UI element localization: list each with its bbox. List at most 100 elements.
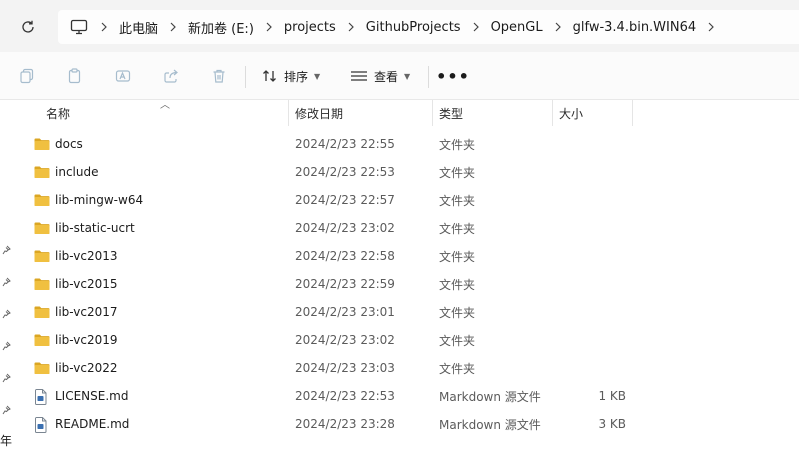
refresh-button[interactable]: [14, 14, 42, 40]
address-bar[interactable]: 此电脑 新加卷 (E:) projects GithubProjects Ope…: [58, 10, 799, 44]
file-type: 文件夹: [439, 165, 476, 180]
file-name-cell[interactable]: lib-vc2013: [34, 242, 118, 270]
file-size: [560, 242, 626, 270]
breadcrumb-this-pc[interactable]: 此电脑: [110, 18, 167, 37]
file-name: README.md: [55, 417, 130, 431]
file-name: lib-vc2015: [55, 277, 118, 291]
navigation-item-partial-label[interactable]: 年: [0, 432, 12, 449]
file-row[interactable]: include 2024/2/23 22:53 文件夹: [0, 158, 799, 186]
file-name-cell[interactable]: lib-vc2015: [34, 270, 118, 298]
file-name-cell[interactable]: include: [34, 158, 98, 186]
view-label: 查看: [374, 69, 399, 84]
file-name-cell[interactable]: lib-vc2022: [34, 354, 118, 382]
file-row[interactable]: lib-mingw-w64 2024/2/23 22:57 文件夹: [0, 186, 799, 214]
folder-icon: [34, 137, 50, 151]
file-name: lib-mingw-w64: [55, 193, 144, 207]
file-name-cell[interactable]: lib-vc2017: [34, 298, 118, 326]
file-type: 文件夹: [439, 305, 476, 320]
file-row[interactable]: lib-vc2019 2024/2/23 23:02 文件夹: [0, 326, 799, 354]
breadcrumb-drive[interactable]: 新加卷 (E:): [179, 18, 263, 37]
file-modified-date: 2024/2/23 23:02: [295, 333, 395, 347]
breadcrumb-projects[interactable]: projects: [275, 20, 345, 35]
file-type: 文件夹: [439, 221, 476, 236]
file-row[interactable]: lib-vc2015 2024/2/23 22:59 文件夹: [0, 270, 799, 298]
more-options-button[interactable]: •••: [436, 64, 469, 88]
pin-icon[interactable]: [0, 340, 12, 352]
file-name-cell[interactable]: README.md: [34, 410, 129, 438]
chevron-right-icon[interactable]: [705, 22, 717, 32]
chevron-right-icon[interactable]: [98, 22, 110, 32]
file-name-cell[interactable]: LICENSE.md: [34, 382, 128, 410]
breadcrumb-githubprojects[interactable]: GithubProjects: [357, 20, 470, 35]
column-header: ︿ 名称 修改日期 类型 大小: [0, 100, 799, 126]
pin-icon[interactable]: [0, 372, 12, 384]
copy-button[interactable]: [14, 64, 40, 88]
file-modified-date: 2024/2/23 22:53: [295, 389, 395, 403]
pin-icon[interactable]: [0, 404, 12, 416]
column-header-size[interactable]: 大小: [553, 100, 632, 126]
chevron-right-icon[interactable]: [167, 22, 179, 32]
file-size: [560, 326, 626, 354]
delete-button[interactable]: [206, 64, 232, 88]
file-size: [560, 354, 626, 382]
file-row[interactable]: lib-static-ucrt 2024/2/23 23:02 文件夹: [0, 214, 799, 242]
file-type: Markdown 源文件: [439, 389, 541, 404]
file-type: 文件夹: [439, 249, 476, 264]
paste-icon: [68, 68, 81, 84]
file-name-cell[interactable]: lib-static-ucrt: [34, 214, 135, 242]
breadcrumb-opengl[interactable]: OpenGL: [482, 20, 552, 35]
file-row[interactable]: lib-vc2013 2024/2/23 22:58 文件夹: [0, 242, 799, 270]
breadcrumb-current-folder[interactable]: glfw-3.4.bin.WIN64: [564, 20, 706, 35]
file-size: 3 KB: [598, 417, 626, 431]
file-name-cell[interactable]: docs: [34, 130, 83, 158]
file-type: 文件夹: [439, 361, 476, 376]
file-row[interactable]: docs 2024/2/23 22:55 文件夹: [0, 130, 799, 158]
chevron-down-icon: ▼: [404, 71, 411, 81]
sort-menu-button[interactable]: 排序 ▼: [262, 64, 320, 88]
view-menu-button[interactable]: 查看 ▼: [350, 64, 410, 88]
column-header-date[interactable]: 修改日期: [289, 100, 432, 126]
pin-icon[interactable]: [0, 276, 12, 288]
toolbar-divider: [245, 66, 246, 88]
file-size: [560, 186, 626, 214]
chevron-right-icon[interactable]: [470, 22, 482, 32]
folder-icon: [34, 221, 50, 235]
file-size: [560, 158, 626, 186]
file-row[interactable]: LICENSE.md 2024/2/23 22:53 Markdown 源文件 1 K…: [0, 382, 799, 410]
column-divider[interactable]: [632, 100, 633, 126]
folder-icon: [34, 361, 50, 375]
file-modified-date: 2024/2/23 23:03: [295, 361, 395, 375]
chevron-right-icon[interactable]: [263, 22, 275, 32]
file-name: lib-vc2022: [55, 361, 118, 375]
file-modified-date: 2024/2/23 22:57: [295, 193, 395, 207]
pin-icon[interactable]: [0, 244, 12, 256]
column-header-type[interactable]: 类型: [433, 100, 552, 126]
rename-button[interactable]: [110, 64, 136, 88]
markdown-file-icon: [34, 389, 50, 405]
file-modified-date: 2024/2/23 23:01: [295, 305, 395, 319]
file-name-cell[interactable]: lib-mingw-w64: [34, 186, 143, 214]
file-type: Markdown 源文件: [439, 417, 541, 432]
refresh-icon: [22, 20, 34, 33]
file-modified-date: 2024/2/23 22:55: [295, 137, 395, 151]
file-type: 文件夹: [439, 277, 476, 292]
file-modified-date: 2024/2/23 23:02: [295, 221, 395, 235]
file-row[interactable]: lib-vc2017 2024/2/23 23:01 文件夹: [0, 298, 799, 326]
chevron-right-icon[interactable]: [345, 22, 357, 32]
rename-icon: [115, 70, 131, 82]
file-modified-date: 2024/2/23 23:28: [295, 417, 395, 431]
file-name: lib-static-ucrt: [55, 221, 135, 235]
markdown-file-icon: [34, 417, 50, 433]
pin-icon[interactable]: [0, 308, 12, 320]
file-row[interactable]: lib-vc2022 2024/2/23 23:03 文件夹: [0, 354, 799, 382]
file-type: 文件夹: [439, 193, 476, 208]
share-icon: [164, 69, 178, 83]
share-button[interactable]: [158, 64, 184, 88]
file-row[interactable]: README.md 2024/2/23 23:28 Markdown 源文件 3 KB: [0, 410, 799, 438]
file-name-cell[interactable]: lib-vc2019: [34, 326, 118, 354]
chevron-right-icon[interactable]: [552, 22, 564, 32]
folder-icon: [34, 277, 50, 291]
column-header-name[interactable]: 名称: [40, 100, 288, 126]
paste-button[interactable]: [62, 64, 88, 88]
file-size: 1 KB: [598, 389, 626, 403]
